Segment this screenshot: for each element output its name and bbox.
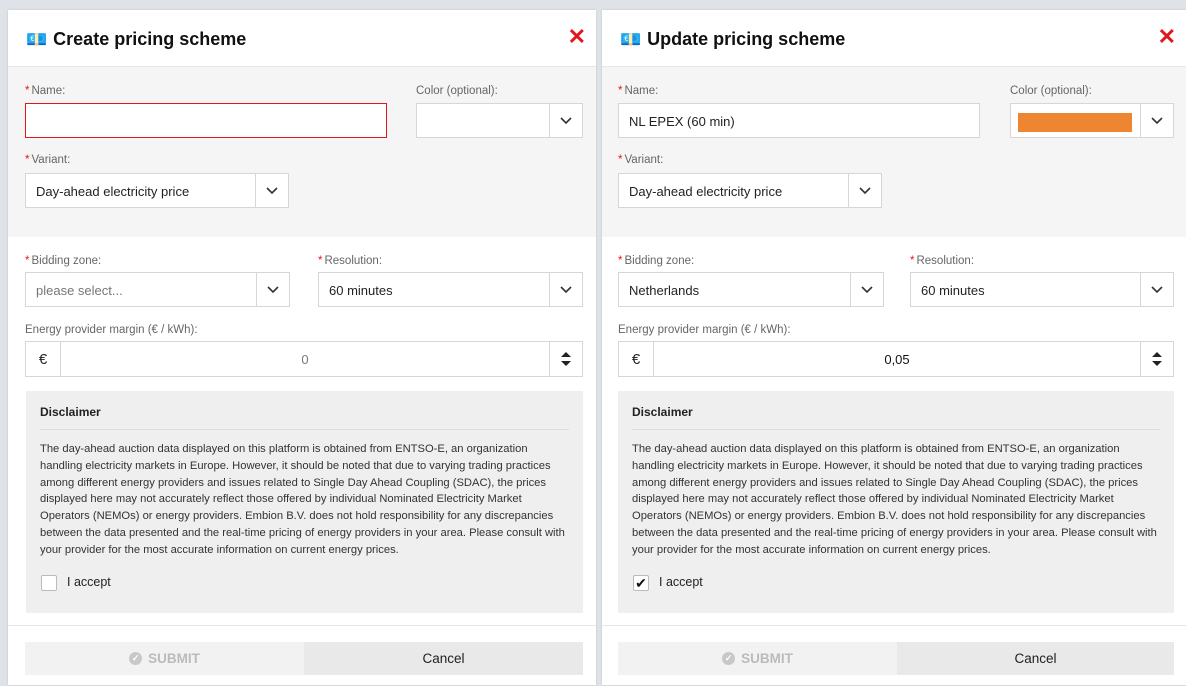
euro-icon: € bbox=[619, 342, 654, 376]
margin-number-input[interactable]: € 0,05 bbox=[618, 341, 1174, 377]
chevron-down-icon[interactable] bbox=[549, 273, 582, 306]
color-select[interactable] bbox=[416, 103, 583, 138]
spinner-icon[interactable] bbox=[1140, 342, 1173, 376]
submit-button[interactable]: ✓ SUBMIT bbox=[618, 642, 897, 675]
bidding-zone-label: * Bidding zone: bbox=[618, 255, 695, 267]
cancel-button[interactable]: Cancel bbox=[304, 642, 583, 675]
disclaimer-text: The day-ahead auction data displayed on … bbox=[40, 443, 565, 556]
chevron-down-icon[interactable] bbox=[256, 273, 289, 306]
spinner-icon[interactable] bbox=[549, 342, 582, 376]
chevron-down-icon[interactable] bbox=[850, 273, 883, 306]
checkmark-icon: ✔ bbox=[635, 574, 647, 591]
resolution-label: * Resolution: bbox=[910, 255, 975, 267]
modal-title-text: Create pricing scheme bbox=[53, 29, 247, 49]
margin-number-input[interactable]: € 0 bbox=[25, 341, 583, 377]
disclaimer-box: Disclaimer The day-ahead auction data di… bbox=[26, 391, 583, 613]
close-icon[interactable]: ✕ bbox=[1158, 26, 1176, 48]
money-icon: 💶 bbox=[620, 29, 642, 49]
variant-label: * Variant: bbox=[25, 154, 71, 166]
chevron-down-icon[interactable] bbox=[1140, 104, 1173, 137]
modal-title: 💶 Update pricing scheme bbox=[620, 29, 845, 50]
disclaimer-box: Disclaimer The day-ahead auction data di… bbox=[618, 391, 1174, 613]
name-input[interactable] bbox=[25, 103, 387, 138]
check-circle-icon: ✓ bbox=[722, 652, 736, 665]
bidding-zone-select[interactable]: Netherlands bbox=[618, 272, 884, 307]
divider bbox=[632, 429, 1160, 430]
modal-footer: ✓ SUBMIT Cancel bbox=[8, 625, 596, 686]
name-input[interactable]: NL EPEX (60 min) bbox=[618, 103, 980, 138]
color-label: Color (optional): bbox=[1010, 85, 1092, 97]
modal-header: 💶 Create pricing scheme ✕ bbox=[8, 10, 596, 67]
color-label: Color (optional): bbox=[416, 85, 498, 97]
color-select[interactable] bbox=[1010, 103, 1174, 138]
chevron-down-icon[interactable] bbox=[848, 174, 881, 207]
accept-checkbox[interactable]: ✔ bbox=[633, 575, 649, 591]
accept-label[interactable]: I accept bbox=[659, 575, 703, 589]
bidding-zone-label: * Bidding zone: bbox=[25, 255, 102, 267]
margin-label: Energy provider margin (€ / kWh): bbox=[618, 324, 791, 336]
close-icon[interactable]: ✕ bbox=[568, 26, 586, 48]
modal-title: 💶 Create pricing scheme bbox=[26, 29, 246, 50]
disclaimer-text: The day-ahead auction data displayed on … bbox=[632, 443, 1157, 556]
submit-button[interactable]: ✓ SUBMIT bbox=[25, 642, 304, 675]
update-pricing-scheme-modal: 💶 Update pricing scheme ✕ * Name: NL EPEX… bbox=[602, 10, 1186, 685]
check-circle-icon: ✓ bbox=[129, 652, 143, 665]
money-icon: 💶 bbox=[26, 29, 48, 49]
chevron-down-icon[interactable] bbox=[255, 174, 288, 207]
variant-select[interactable]: Day-ahead electricity price bbox=[618, 173, 882, 208]
name-label: * Name: bbox=[618, 85, 659, 97]
accept-label[interactable]: I accept bbox=[67, 575, 111, 589]
create-pricing-scheme-modal: 💶 Create pricing scheme ✕ * Name: Color (… bbox=[8, 10, 596, 685]
modal-header: 💶 Update pricing scheme ✕ bbox=[602, 10, 1186, 67]
name-label: * Name: bbox=[25, 85, 66, 97]
resolution-label: * Resolution: bbox=[318, 255, 383, 267]
disclaimer-title: Disclaimer bbox=[40, 405, 101, 419]
cancel-button[interactable]: Cancel bbox=[897, 642, 1174, 675]
disclaimer-title: Disclaimer bbox=[632, 405, 693, 419]
margin-value: 0 bbox=[301, 352, 309, 367]
euro-icon: € bbox=[26, 342, 61, 376]
basic-settings-section: * Name: NL EPEX (60 min) Color (optional)… bbox=[602, 67, 1186, 237]
margin-label: Energy provider margin (€ / kWh): bbox=[25, 324, 198, 336]
divider bbox=[40, 429, 569, 430]
chevron-down-icon[interactable] bbox=[1140, 273, 1173, 306]
margin-value: 0,05 bbox=[884, 352, 910, 367]
resolution-select[interactable]: 60 minutes bbox=[910, 272, 1174, 307]
resolution-select[interactable]: 60 minutes bbox=[318, 272, 583, 307]
modal-footer: ✓ SUBMIT Cancel bbox=[602, 625, 1186, 686]
modal-title-text: Update pricing scheme bbox=[647, 29, 846, 49]
chevron-down-icon[interactable] bbox=[549, 104, 582, 137]
basic-settings-section: * Name: Color (optional): * Variant: Day-a… bbox=[8, 67, 596, 237]
accept-checkbox[interactable] bbox=[41, 575, 57, 591]
variant-select[interactable]: Day-ahead electricity price bbox=[25, 173, 289, 208]
color-swatch bbox=[1018, 113, 1132, 132]
bidding-zone-select[interactable]: please select... bbox=[25, 272, 290, 307]
variant-label: * Variant: bbox=[618, 154, 664, 166]
